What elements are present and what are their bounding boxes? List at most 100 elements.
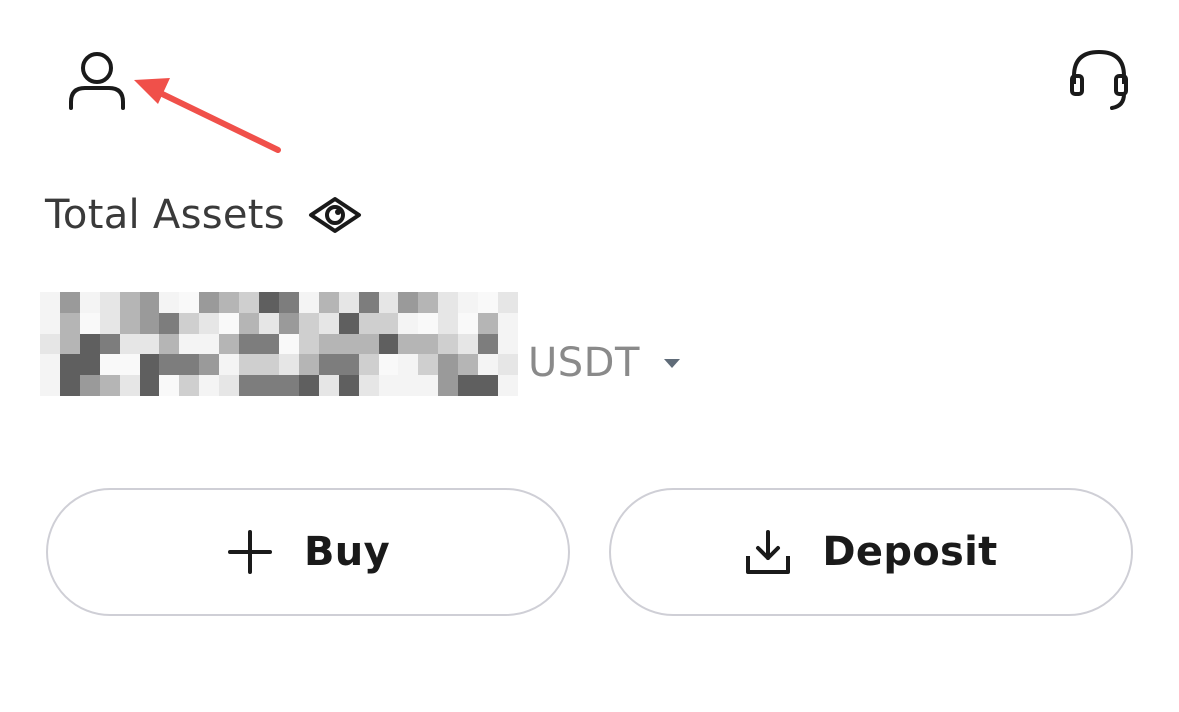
balance-pixel <box>239 333 260 355</box>
balance-pixel <box>199 354 220 376</box>
balance-pixel <box>59 375 80 396</box>
balance-pixel <box>159 333 180 355</box>
balance-pixel <box>99 333 120 355</box>
balance-pixel <box>438 292 459 313</box>
balance-pixel <box>478 375 499 396</box>
balance-pixel <box>259 292 279 313</box>
balance-pixel <box>159 375 180 396</box>
balance-pixel <box>139 312 160 334</box>
balance-pixel <box>79 333 100 355</box>
balance-pixel <box>219 292 240 313</box>
balance-pixel <box>199 292 220 313</box>
balance-pixel <box>40 312 60 334</box>
balance-pixel <box>458 333 479 355</box>
balance-pixel <box>159 292 180 313</box>
balance-pixel <box>378 333 399 355</box>
caret-down-icon <box>663 359 680 368</box>
balance-pixel <box>298 312 319 334</box>
balance-pixel <box>478 292 499 313</box>
balance-pixel <box>358 354 379 376</box>
balance-pixel <box>239 354 260 376</box>
balance-pixel <box>40 354 60 376</box>
balance-pixel <box>99 354 120 376</box>
balance-pixel <box>79 312 100 334</box>
balance-pixel <box>318 292 339 313</box>
balance-pixel <box>119 375 140 396</box>
balance-pixel <box>59 333 80 355</box>
balance-pixel <box>398 375 419 396</box>
balance-pixel <box>398 354 419 376</box>
balance-pixel <box>119 354 140 376</box>
balance-pixel <box>318 312 339 334</box>
balance-pixel <box>498 312 518 334</box>
balance-pixel <box>79 375 100 396</box>
balance-pixel <box>199 312 220 334</box>
balance-pixel <box>199 375 220 396</box>
balance-pixel <box>498 333 518 355</box>
balance-pixel <box>478 354 499 376</box>
balance-pixel <box>139 375 160 396</box>
buy-label: Buy <box>304 529 390 575</box>
balance-pixel <box>318 354 339 376</box>
buy-button[interactable]: Buy <box>46 488 570 616</box>
deposit-button[interactable]: Deposit <box>609 488 1133 616</box>
balance-pixel <box>438 312 459 334</box>
support-button[interactable] <box>1062 44 1136 118</box>
balance-pixel <box>418 354 439 376</box>
balance-pixel <box>179 354 200 376</box>
balance-pixel <box>159 312 180 334</box>
eye-icon[interactable] <box>307 195 363 235</box>
balance-pixel <box>418 333 439 355</box>
balance-pixel <box>298 292 319 313</box>
balance-pixel <box>40 333 60 355</box>
balance-pixel <box>378 312 399 334</box>
balance-pixel <box>119 292 140 313</box>
balance-pixel <box>358 375 379 396</box>
balance-pixel <box>358 333 379 355</box>
balance-pixel <box>418 375 439 396</box>
balance-pixel <box>199 333 220 355</box>
balance-pixel <box>338 292 359 313</box>
balance-pixel <box>418 292 439 313</box>
balance-pixel <box>278 312 299 334</box>
currency-selector[interactable]: USDT <box>528 340 682 386</box>
balance-pixel <box>259 312 279 334</box>
balance-pixel <box>278 292 299 313</box>
balance-pixel <box>119 333 140 355</box>
balance-pixel <box>378 354 399 376</box>
balance-pixel <box>139 333 160 355</box>
balance-pixel <box>498 292 518 313</box>
balance-pixel <box>219 354 240 376</box>
balance-pixel <box>338 354 359 376</box>
annotation-arrow <box>134 78 281 153</box>
balance-pixel <box>179 312 200 334</box>
balance-pixel <box>99 292 120 313</box>
download-icon <box>746 530 791 574</box>
balance-pixel <box>79 292 100 313</box>
balance-pixel <box>398 333 419 355</box>
balance-pixel <box>438 375 459 396</box>
balance-pixel <box>278 354 299 376</box>
balance-pixel <box>458 292 479 313</box>
deposit-label: Deposit <box>822 529 998 575</box>
balance-pixel <box>278 333 299 355</box>
currency-label: USDT <box>528 340 640 386</box>
balance-pixel <box>318 375 339 396</box>
balance-pixel <box>418 312 439 334</box>
balance-row: USDT <box>40 292 682 396</box>
balance-pixel <box>378 375 399 396</box>
balance-pixel <box>259 354 279 376</box>
balance-pixel <box>59 312 80 334</box>
balance-pixel <box>219 375 240 396</box>
balance-pixel <box>40 375 60 396</box>
headset-icon <box>1070 49 1128 110</box>
balance-pixel <box>59 292 80 313</box>
balance-pixel <box>438 333 459 355</box>
balance-pixel <box>458 312 479 334</box>
balance-pixel <box>99 375 120 396</box>
balance-pixel <box>318 333 339 355</box>
balance-pixel <box>398 292 419 313</box>
balance-pixel <box>458 375 479 396</box>
balance-pixel <box>358 292 379 313</box>
balance-pixel <box>40 292 60 313</box>
